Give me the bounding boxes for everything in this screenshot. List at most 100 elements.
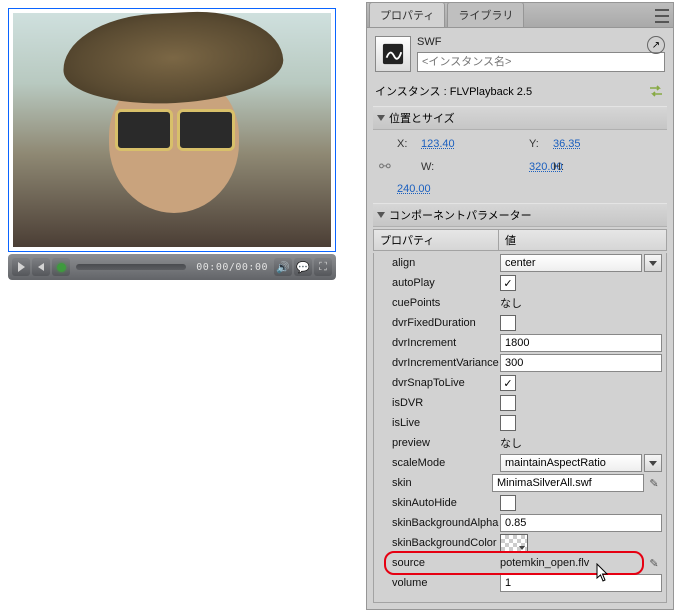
- volume-button[interactable]: 🔊: [274, 258, 292, 276]
- twirl-down-icon: [377, 212, 385, 218]
- caption-button[interactable]: 💬: [294, 258, 312, 276]
- checkbox-autoPlay[interactable]: ✓: [500, 275, 516, 291]
- field-skin[interactable]: [492, 474, 644, 492]
- playback-controlbar: 00:00/00:00 🔊 💬 ⛶: [8, 254, 336, 280]
- component-type-icon[interactable]: [375, 36, 411, 72]
- param-value-isDVR[interactable]: [500, 395, 666, 411]
- edit-symbol-button[interactable]: ↗: [647, 36, 665, 54]
- combo-scaleMode[interactable]: maintainAspectRatio: [500, 454, 642, 472]
- field-dvrIncrementVariance[interactable]: [500, 354, 662, 372]
- param-value-skin[interactable]: ✎: [492, 474, 666, 492]
- constrain-proportions-button[interactable]: ⚯: [379, 158, 421, 175]
- section-position-size[interactable]: 位置とサイズ: [373, 106, 667, 130]
- param-row-isLive: isLive: [374, 413, 666, 433]
- param-value-scaleMode[interactable]: maintainAspectRatio: [500, 454, 666, 472]
- param-name-scaleMode: scaleMode: [392, 455, 500, 471]
- param-row-dvrIncrement: dvrIncrement: [374, 333, 666, 353]
- combo-arrow-scaleMode[interactable]: [644, 454, 662, 472]
- param-row-scaleMode: scaleModemaintainAspectRatio: [374, 453, 666, 473]
- text-source[interactable]: potemkin_open.flv: [500, 557, 589, 569]
- x-value[interactable]: 123.40: [421, 138, 529, 150]
- text-preview: なし: [500, 435, 522, 451]
- tab-library[interactable]: ライブラリ: [447, 2, 524, 27]
- param-row-volume: volume: [374, 573, 666, 593]
- combo-arrow-align[interactable]: [644, 254, 662, 272]
- panel-menu-button[interactable]: [651, 7, 669, 25]
- param-value-preview[interactable]: なし: [500, 435, 666, 451]
- video-stage[interactable]: [8, 8, 336, 252]
- param-value-skinAutoHide[interactable]: [500, 495, 666, 511]
- properties-panel: プロパティ ライブラリ ↗ SWF インスタンス : FLVPlayback 2…: [366, 2, 674, 610]
- param-row-skinAutoHide: skinAutoHide: [374, 493, 666, 513]
- checkbox-skinAutoHide[interactable]: [500, 495, 516, 511]
- instance-name-input[interactable]: [417, 52, 665, 72]
- fullscreen-icon: ⛶: [319, 261, 327, 274]
- param-row-skinBackgroundColor: skinBackgroundColor: [374, 533, 666, 553]
- param-name-source: source: [392, 555, 500, 571]
- param-value-dvrIncrement[interactable]: [500, 334, 666, 352]
- record-button[interactable]: [52, 258, 70, 276]
- param-value-dvrSnapToLive[interactable]: ✓: [500, 375, 666, 391]
- parameter-list[interactable]: aligncenterautoPlay✓cuePointsなしdvrFixedD…: [373, 253, 667, 603]
- section-title-params: コンポーネントパラメーター: [389, 207, 532, 223]
- param-header-value: 値: [499, 230, 666, 250]
- param-value-isLive[interactable]: [500, 415, 666, 431]
- param-name-preview: preview: [392, 435, 500, 451]
- h-label: H:: [553, 161, 661, 173]
- param-value-dvrIncrementVariance[interactable]: [500, 354, 666, 372]
- param-value-autoPlay[interactable]: ✓: [500, 275, 666, 291]
- speaker-icon: 🔊: [276, 261, 290, 274]
- checkbox-isLive[interactable]: [500, 415, 516, 431]
- video-preview-wrapper: 00:00/00:00 🔊 💬 ⛶: [8, 8, 338, 288]
- w-label: W:: [421, 161, 529, 173]
- param-row-dvrSnapToLive: dvrSnapToLive✓: [374, 373, 666, 393]
- prev-icon: [38, 263, 44, 271]
- field-dvrIncrement[interactable]: [500, 334, 662, 352]
- panel-body: ↗ SWF インスタンス : FLVPlayback 2.5 位置とサイズ X:…: [367, 28, 673, 609]
- position-size-grid: X: 123.40 Y: 36.35 ⚯ W: 320.00 H: 240.00: [373, 132, 667, 201]
- instance-class-label: インスタンス : FLVPlayback 2.5: [375, 83, 532, 99]
- x-label: X:: [397, 138, 421, 150]
- panel-tabstrip: プロパティ ライブラリ: [367, 3, 673, 28]
- record-icon: [57, 263, 66, 272]
- play-button[interactable]: [12, 258, 30, 276]
- pencil-icon[interactable]: ✎: [646, 555, 662, 571]
- type-label: SWF: [417, 36, 665, 48]
- fullscreen-button[interactable]: ⛶: [314, 258, 332, 276]
- combo-align[interactable]: center: [500, 254, 642, 272]
- w-value[interactable]: 320.00: [529, 161, 553, 173]
- param-value-source[interactable]: potemkin_open.flv: [500, 557, 666, 569]
- colorwell-skinBackgroundColor[interactable]: [500, 534, 528, 552]
- play-icon: [18, 262, 25, 272]
- y-value[interactable]: 36.35: [553, 138, 661, 150]
- param-row-autoPlay: autoPlay✓: [374, 273, 666, 293]
- twirl-down-icon: [377, 115, 385, 121]
- param-value-volume[interactable]: [500, 574, 666, 592]
- checkbox-dvrSnapToLive[interactable]: ✓: [500, 375, 516, 391]
- param-value-cuePoints[interactable]: なし: [500, 295, 666, 311]
- param-value-skinBackgroundColor[interactable]: [500, 534, 666, 552]
- param-row-align: aligncenter: [374, 253, 666, 273]
- checkbox-isDVR[interactable]: [500, 395, 516, 411]
- pencil-icon[interactable]: ✎: [646, 475, 662, 491]
- swap-symbol-button[interactable]: [647, 82, 665, 100]
- h-value[interactable]: 240.00: [397, 183, 421, 195]
- progress-bar[interactable]: [76, 264, 186, 270]
- parameter-header: プロパティ 値: [373, 229, 667, 251]
- param-header-name: プロパティ: [374, 230, 499, 250]
- field-volume[interactable]: [500, 574, 662, 592]
- param-value-align[interactable]: center: [500, 254, 666, 272]
- prev-button[interactable]: [32, 258, 50, 276]
- param-value-skinBackgroundAlpha[interactable]: [500, 514, 666, 532]
- field-skinBackgroundAlpha[interactable]: [500, 514, 662, 532]
- param-value-dvrFixedDuration[interactable]: [500, 315, 666, 331]
- param-row-skinBackgroundAlpha: skinBackgroundAlpha: [374, 513, 666, 533]
- param-row-skin: skin✎: [374, 473, 666, 493]
- param-name-cuePoints: cuePoints: [392, 295, 500, 311]
- tab-properties[interactable]: プロパティ: [369, 2, 445, 27]
- param-name-dvrFixedDuration: dvrFixedDuration: [392, 315, 500, 331]
- checkbox-dvrFixedDuration[interactable]: [500, 315, 516, 331]
- text-cuePoints: なし: [500, 295, 522, 311]
- param-row-cuePoints: cuePointsなし: [374, 293, 666, 313]
- section-component-parameters[interactable]: コンポーネントパラメーター: [373, 203, 667, 227]
